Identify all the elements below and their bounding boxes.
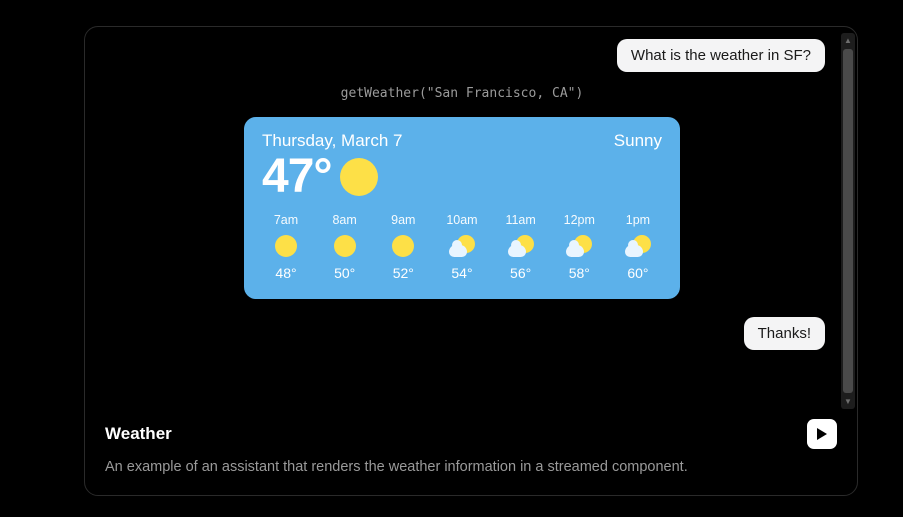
- weather-header: Thursday, March 7 Sunny: [262, 131, 662, 151]
- hour-temp: 60°: [627, 265, 648, 281]
- hour-temp: 58°: [569, 265, 590, 281]
- sun-icon: [340, 158, 378, 196]
- hour-label: 1pm: [626, 213, 650, 227]
- hour-label: 11am: [505, 213, 535, 227]
- hour-temp: 54°: [451, 265, 472, 281]
- hour-temp: 56°: [510, 265, 531, 281]
- example-description: An example of an assistant that renders …: [105, 457, 837, 477]
- scroll-down-icon[interactable]: ▼: [841, 395, 855, 409]
- weather-current-temp: 47°: [262, 153, 332, 201]
- play-icon: [816, 427, 828, 441]
- scroll-up-icon[interactable]: ▲: [841, 33, 855, 47]
- user-message-row: What is the weather in SF?: [99, 39, 825, 72]
- tool-call-row: getWeather("San Francisco, CA"): [99, 86, 825, 101]
- scrollbar[interactable]: ▲ ▼: [841, 33, 855, 409]
- example-title: Weather: [105, 424, 172, 444]
- hour-slot: 12pm 58°: [555, 213, 603, 281]
- partly-cloudy-icon: [566, 235, 592, 257]
- chat-area: What is the weather in SF? getWeather("S…: [85, 27, 857, 415]
- hour-temp: 48°: [275, 265, 296, 281]
- partly-cloudy-icon: [508, 235, 534, 257]
- user-message-row: Thanks!: [99, 317, 825, 350]
- partly-cloudy-icon: [449, 235, 475, 257]
- hour-slot: 9am 52°: [379, 213, 427, 281]
- hour-slot: 11am 56°: [497, 213, 545, 281]
- example-card: What is the weather in SF? getWeather("S…: [84, 26, 858, 496]
- hour-label: 9am: [391, 213, 415, 227]
- hour-temp: 50°: [334, 265, 355, 281]
- hour-label: 10am: [446, 213, 477, 227]
- user-message-bubble: Thanks!: [744, 317, 825, 350]
- chat-scroll-content: What is the weather in SF? getWeather("S…: [85, 27, 839, 415]
- card-footer: Weather An example of an assistant that …: [85, 415, 857, 495]
- hour-slot: 7am 48°: [262, 213, 310, 281]
- tool-call-text: getWeather("San Francisco, CA"): [341, 86, 584, 101]
- hour-temp: 52°: [393, 265, 414, 281]
- weather-component-row: Thursday, March 7 Sunny 47° 7am 48°: [99, 117, 825, 299]
- hour-slot: 10am 54°: [438, 213, 486, 281]
- scrollbar-thumb[interactable]: [843, 49, 853, 393]
- hour-slot: 1pm 60°: [614, 213, 662, 281]
- weather-current: 47°: [262, 153, 662, 201]
- hour-slot: 8am 50°: [321, 213, 369, 281]
- weather-condition: Sunny: [614, 131, 662, 151]
- hour-label: 12pm: [564, 213, 595, 227]
- sun-icon: [334, 235, 356, 257]
- hour-label: 7am: [274, 213, 298, 227]
- hourly-forecast: 7am 48° 8am 50° 9am 52°: [262, 213, 662, 281]
- weather-date: Thursday, March 7: [262, 131, 402, 151]
- weather-card: Thursday, March 7 Sunny 47° 7am 48°: [244, 117, 680, 299]
- play-button[interactable]: [807, 419, 837, 449]
- sun-icon: [275, 235, 297, 257]
- hour-label: 8am: [332, 213, 356, 227]
- user-message-bubble: What is the weather in SF?: [617, 39, 825, 72]
- partly-cloudy-icon: [625, 235, 651, 257]
- sun-icon: [392, 235, 414, 257]
